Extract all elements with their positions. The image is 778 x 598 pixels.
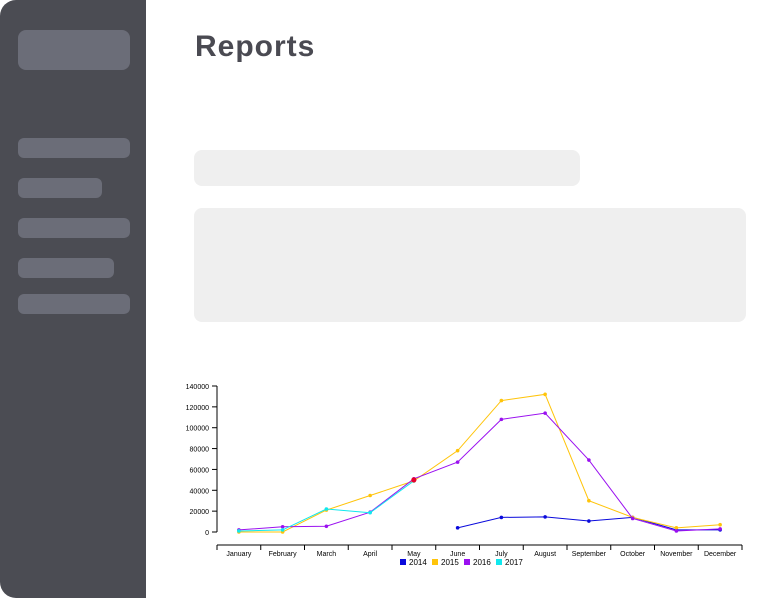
data-point-2015 [674, 526, 679, 530]
x-tick-label: February [269, 551, 298, 558]
data-point-2015 [368, 493, 372, 498]
data-point-2015 [718, 522, 722, 527]
legend-swatch-2014 [400, 559, 406, 565]
x-tick-label: July [495, 551, 508, 558]
x-tick-label: November [660, 551, 693, 558]
legend-label-2017: 2017 [505, 558, 523, 567]
data-point-2017 [324, 507, 329, 511]
legend-swatch-2017 [496, 559, 502, 565]
data-point-2016 [630, 516, 635, 521]
y-tick-label: 20000 [190, 509, 210, 516]
filter-bar-placeholder[interactable] [194, 150, 580, 186]
x-tick-label: April [363, 551, 377, 558]
legend-label-2016: 2016 [473, 558, 491, 567]
data-point-2016 [718, 527, 722, 531]
legend-label-2015: 2015 [441, 558, 459, 567]
sidebar-item-3[interactable] [18, 218, 130, 238]
data-point-2016 [324, 524, 329, 529]
data-point-2014 [499, 515, 504, 520]
highlight-point [411, 477, 417, 483]
sidebar-logo-placeholder[interactable] [18, 30, 130, 70]
x-tick-label: June [450, 551, 465, 558]
y-tick-label: 40000 [190, 488, 210, 495]
sidebar-item-5[interactable] [18, 294, 130, 314]
x-tick-label: September [572, 551, 607, 558]
data-point-2014 [543, 515, 547, 519]
series-line-2015 [238, 393, 721, 533]
y-tick-label: 100000 [186, 426, 209, 433]
legend-label-2014: 2014 [409, 558, 427, 567]
y-tick-label: 140000 [186, 384, 209, 391]
series-line-2017 [238, 480, 415, 532]
x-tick-label: March [317, 551, 337, 558]
y-tick-label: 60000 [190, 467, 210, 474]
data-point-2016 [587, 458, 591, 462]
data-point-2016 [543, 411, 547, 415]
data-point-2016 [280, 524, 285, 529]
x-tick-label: December [704, 551, 737, 558]
x-tick-label: August [534, 551, 556, 558]
summary-panel-placeholder [194, 208, 746, 322]
data-point-2015 [499, 398, 504, 403]
series-line-2016 [238, 412, 721, 532]
page-title: Reports [195, 30, 316, 63]
sidebar [0, 0, 146, 598]
data-point-2017 [237, 529, 241, 533]
x-tick-label: May [407, 551, 421, 558]
data-point-2016 [499, 417, 504, 422]
data-point-2017 [368, 510, 372, 515]
sidebar-item-4[interactable] [18, 258, 114, 278]
sidebar-item-1[interactable] [18, 138, 130, 158]
data-point-2015 [587, 498, 591, 503]
data-point-2014 [587, 519, 591, 523]
legend-swatch-2015 [432, 559, 438, 565]
y-tick-label: 120000 [186, 405, 209, 412]
legend-swatch-2016 [464, 559, 470, 565]
y-tick-label: 0 [205, 530, 209, 537]
data-point-2014 [455, 526, 460, 530]
line-chart: 0 20000 40000 60000 80000 100000 120000 140000 J… [186, 384, 743, 567]
data-point-2017 [280, 528, 285, 532]
x-tick-label: October [620, 551, 646, 558]
data-point-2016 [455, 460, 460, 464]
x-tick-label: January [226, 551, 251, 558]
data-point-2015 [543, 392, 547, 397]
sidebar-item-2[interactable] [18, 178, 102, 198]
data-point-2015 [455, 448, 460, 453]
y-tick-label: 80000 [190, 447, 210, 454]
data-point-2016 [674, 529, 679, 533]
